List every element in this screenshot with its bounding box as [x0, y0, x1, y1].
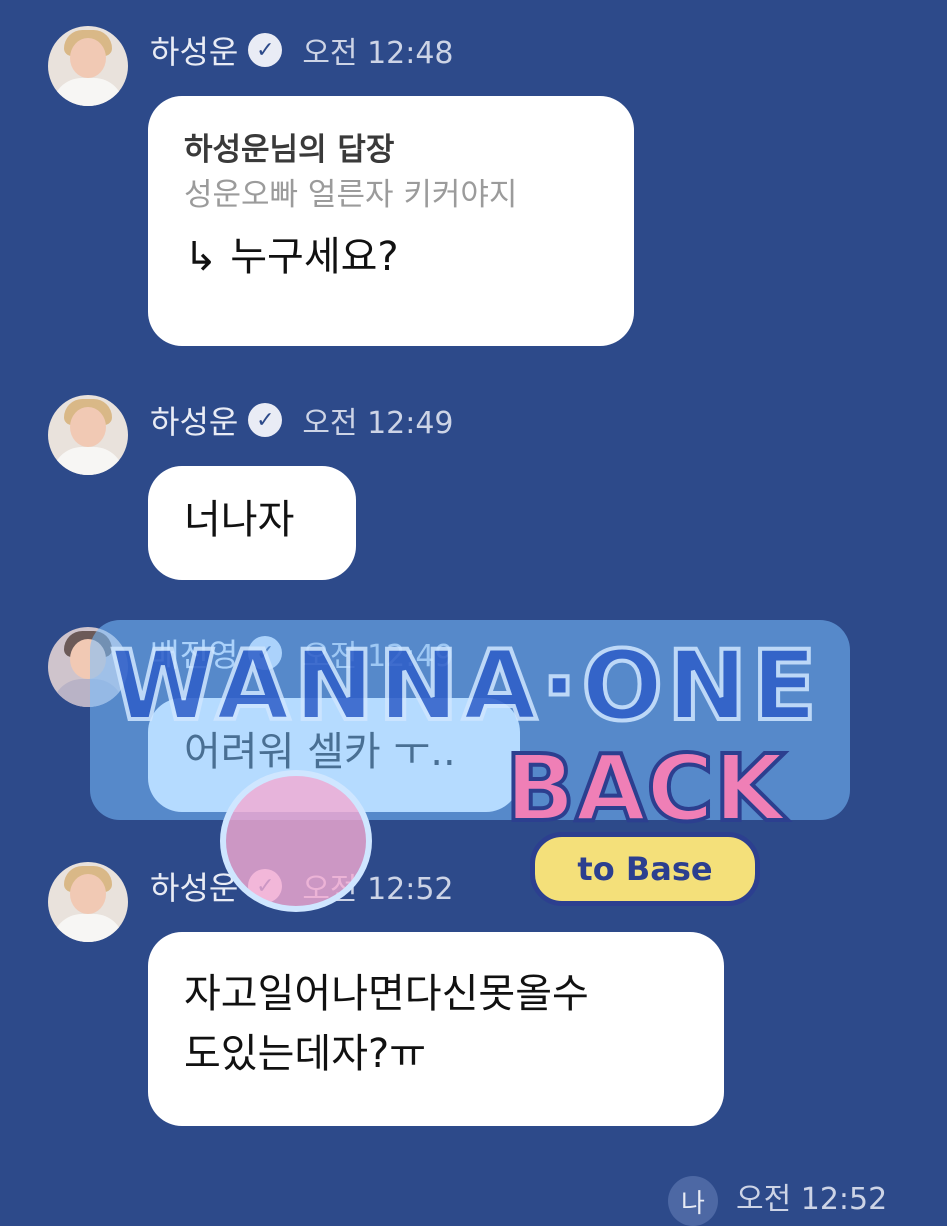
message-time: 오전 12:52 [736, 1182, 888, 1217]
message-time: 오전 12:48 [302, 36, 454, 71]
message-text-line: 도있는데자?ㅠ [184, 1031, 427, 1077]
logo-back-text: BACK [503, 733, 787, 844]
verified-icon: ✓ [248, 869, 283, 903]
message-header: 배진영 ✓ 오전 12:49 [150, 630, 454, 676]
sender-name[interactable]: 하성운 [150, 397, 238, 443]
sender-name[interactable]: 하성운 [150, 27, 238, 73]
message-text: 어려워 셀카 ㅜ.. [184, 729, 456, 775]
message-text-line: 자고일어나면다신못올수 [184, 971, 589, 1017]
sender-name[interactable]: 배진영 [150, 630, 238, 676]
sender-avatar[interactable] [48, 26, 128, 106]
my-avatar[interactable]: 나 [668, 1176, 718, 1226]
verified-icon: ✓ [248, 636, 283, 670]
message-bubble[interactable]: 너나자 [148, 466, 356, 580]
message-bubble[interactable]: 어려워 셀카 ㅜ.. [148, 698, 520, 812]
message-text: 너나자 [184, 497, 295, 543]
sender-name[interactable]: 하성운 [150, 863, 238, 909]
sender-avatar[interactable] [48, 395, 128, 475]
reply-header: 하성운님의 답장 [184, 132, 395, 168]
message-time: 오전 12:49 [302, 639, 454, 674]
message-bubble[interactable]: 자고일어나면다신못올수 도있는데자?ㅠ [148, 932, 724, 1126]
message-time: 오전 12:52 [302, 872, 454, 907]
message-header: 하성운 ✓ 오전 12:49 [150, 397, 454, 443]
message-header: 하성운 ✓ 오전 12:52 [150, 863, 454, 909]
reply-bubble[interactable]: 하성운님의 답장 성운오빠 얼른자 키커야지 ↳ 누구세요? [148, 96, 634, 346]
verified-icon: ✓ [248, 33, 283, 67]
message-time: 오전 12:49 [302, 406, 454, 441]
message-header: 오전 12:52 [736, 1176, 888, 1217]
sender-avatar[interactable] [48, 862, 128, 942]
logo-base-badge: to Base [530, 832, 760, 906]
reply-quoted-text: 성운오빠 얼른자 키커야지 [184, 177, 518, 213]
sender-avatar[interactable] [48, 627, 128, 707]
verified-icon: ✓ [248, 403, 283, 437]
message-header: 하성운 ✓ 오전 12:48 [150, 27, 454, 73]
message-text: ↳ 누구세요? [184, 234, 399, 280]
